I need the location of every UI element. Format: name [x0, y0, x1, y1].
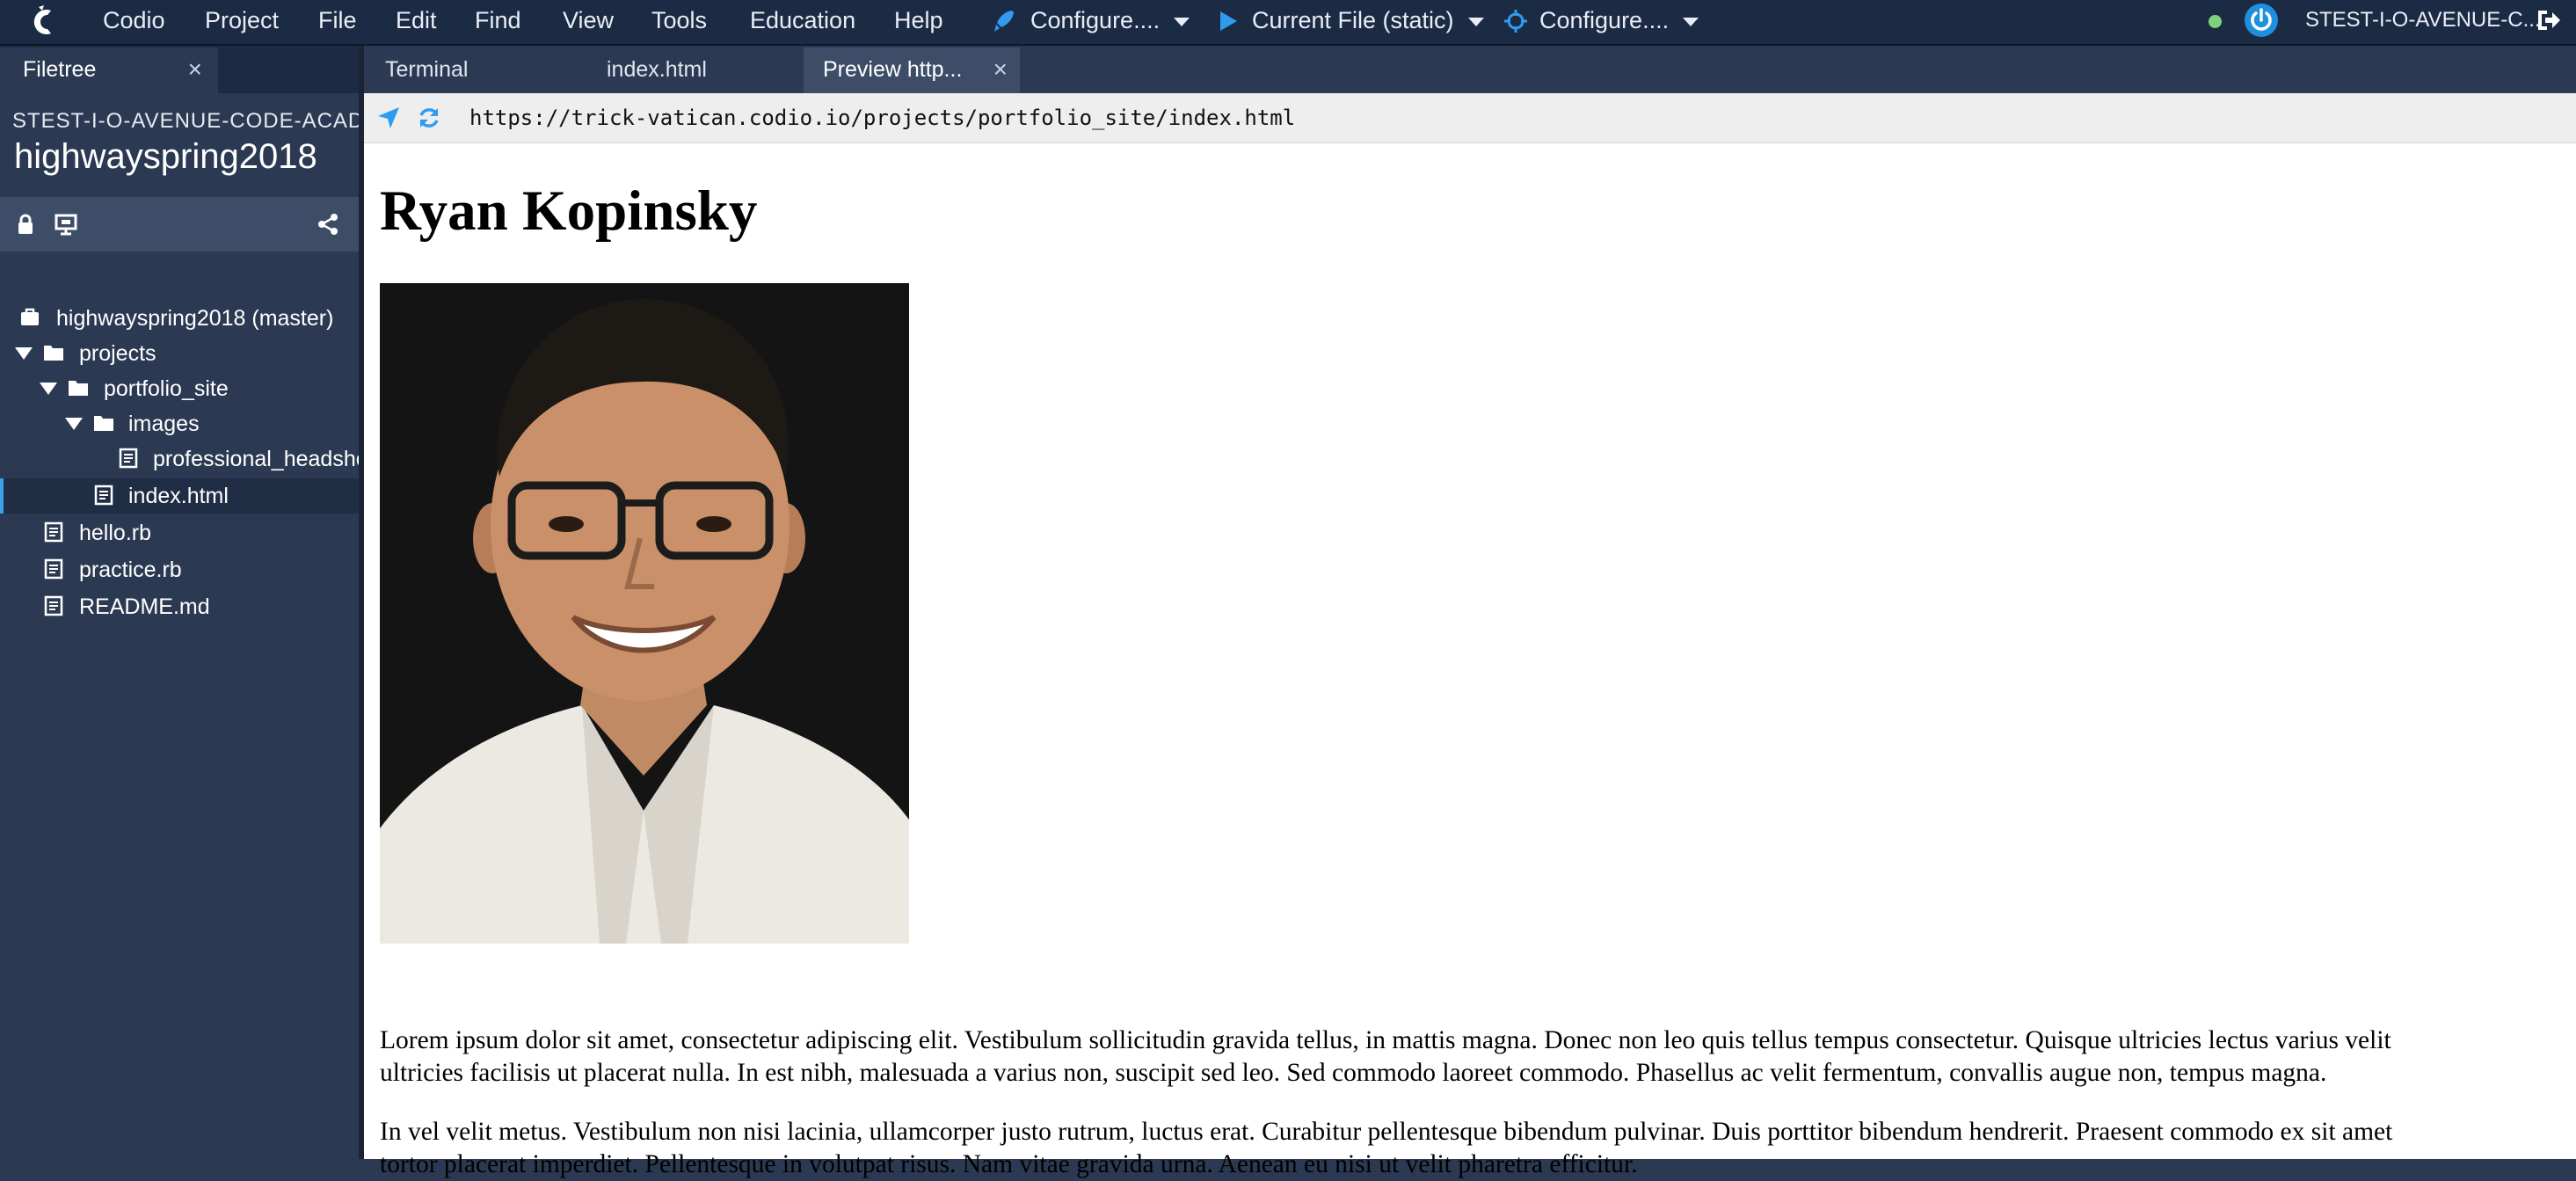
paragraph-1-line-1: Lorem ipsum dolor sit amet, consectetur …	[380, 1026, 2391, 1054]
navigate-arrow-icon[interactable]	[376, 106, 401, 130]
user-account-menu[interactable]: STEST-I-O-AVENUE-C...	[2305, 0, 2541, 40]
folder-icon	[69, 381, 88, 396]
portrait-illustration	[380, 283, 909, 944]
logout-icon[interactable]	[2535, 7, 2561, 33]
url-field[interactable]: https://trick-vatican.codio.io/projects/…	[469, 93, 1295, 142]
file-icon	[119, 448, 138, 469]
tree-item-projects[interactable]: projects	[0, 336, 359, 371]
menu-view[interactable]: View	[563, 0, 614, 40]
preview-address-bar: https://trick-vatican.codio.io/projects/…	[364, 93, 2576, 143]
tree-item-label: images	[128, 412, 200, 436]
menu-find[interactable]: Find	[475, 0, 521, 40]
chevron-down-icon	[1174, 17, 1190, 26]
chevron-down-icon	[1683, 17, 1699, 26]
presentation-icon[interactable]	[55, 213, 77, 236]
tree-item-label: hello.rb	[79, 521, 151, 545]
menu-file[interactable]: File	[318, 0, 357, 40]
paragraph-1-line-2: ultricies facilisis ut placerat nulla. I…	[380, 1059, 2327, 1087]
tree-item-label: index.html	[128, 484, 229, 508]
power-button[interactable]	[2245, 4, 2278, 37]
editor-tabbar: Terminal index.html Preview http... ×	[364, 46, 2576, 93]
tree-item-label: README.md	[79, 594, 210, 619]
tree-item-headshot[interactable]: professional_headshot	[0, 441, 359, 477]
share-icon[interactable]	[317, 213, 339, 236]
close-icon[interactable]: ×	[993, 47, 1008, 91]
caret-down-icon[interactable]	[40, 383, 57, 395]
tree-item-label: portfolio_site	[104, 376, 229, 401]
run-target-label: Current File (static)	[1252, 7, 1454, 33]
refresh-icon[interactable]	[417, 106, 441, 130]
project-owner: STEST-I-O-AVENUE-CODE-ACADEM	[12, 109, 359, 133]
tab-filetree[interactable]: Filetree ×	[0, 47, 218, 93]
configure-deploy-dropdown[interactable]: Configure....	[1030, 0, 1190, 40]
menu-help[interactable]: Help	[894, 0, 943, 40]
headshot-photo	[380, 283, 909, 944]
tab-terminal-label: Terminal	[385, 57, 469, 82]
sidebar-toolbar	[0, 197, 359, 252]
menu-edit[interactable]: Edit	[396, 0, 437, 40]
tree-item-label: professional_headshot	[153, 447, 359, 471]
tree-item-root[interactable]: highwayspring2018 (master)	[0, 301, 359, 336]
sidebar-tabbar: Filetree ×	[0, 46, 359, 93]
tree-item-portfolio-site[interactable]: portfolio_site	[0, 371, 359, 406]
file-icon	[44, 521, 63, 543]
tree-item-images[interactable]: images	[0, 406, 359, 441]
page-heading: Ryan Kopinsky	[380, 179, 758, 243]
folder-icon	[44, 346, 63, 361]
menu-tools[interactable]: Tools	[651, 0, 707, 40]
tree-item-readme[interactable]: README.md	[0, 589, 359, 624]
menubar: Codio Project File Edit Find View Tools …	[0, 0, 2576, 46]
tree-item-label: highwayspring2018 (master)	[56, 306, 334, 331]
tree-item-hello-rb[interactable]: hello.rb	[0, 515, 359, 550]
configure-deploy-label: Configure....	[1030, 7, 1161, 33]
menu-codio[interactable]: Codio	[103, 0, 165, 40]
menu-education[interactable]: Education	[750, 0, 855, 40]
play-icon	[1220, 11, 1237, 31]
tab-index-html-label: index.html	[607, 57, 707, 82]
power-icon	[2251, 8, 2272, 31]
close-icon[interactable]: ×	[188, 47, 202, 91]
main-panel: Terminal index.html Preview http... × ht…	[364, 46, 2576, 1178]
status-indicator	[2209, 15, 2222, 28]
briefcase-icon	[21, 308, 39, 325]
tab-preview[interactable]: Preview http... ×	[804, 47, 1020, 93]
tab-filetree-label: Filetree	[23, 57, 97, 82]
file-icon	[44, 595, 63, 616]
preview-content: Ryan Kopinsky Lorem ipsum dolor sit amet…	[364, 143, 2576, 1178]
project-name: highwayspring2018	[14, 137, 317, 176]
caret-down-icon[interactable]	[15, 347, 33, 360]
configure-preview-label: Configure....	[1539, 7, 1670, 33]
tree-item-label: projects	[79, 341, 156, 366]
paragraph-2-line-2: tortor placerat imperdiet. Pellentesque …	[380, 1150, 1638, 1178]
tab-preview-label: Preview http...	[823, 57, 963, 82]
tree-item-index-html[interactable]: index.html	[0, 478, 359, 514]
tab-index-html[interactable]: index.html	[584, 47, 802, 93]
run-target-dropdown[interactable]: Current File (static)	[1252, 0, 1484, 40]
paragraph-2-line-1: In vel velit metus. Vestibulum non nisi …	[380, 1118, 2393, 1146]
menu-project[interactable]: Project	[205, 0, 279, 40]
tree-item-practice-rb[interactable]: practice.rb	[0, 552, 359, 587]
configure-preview-dropdown[interactable]: Configure....	[1539, 0, 1699, 40]
rocket-icon	[994, 11, 1014, 32]
caret-down-icon[interactable]	[65, 418, 83, 430]
chevron-down-icon	[1467, 17, 1484, 26]
file-icon	[94, 485, 113, 506]
codio-logo-icon[interactable]	[26, 5, 62, 39]
tree-item-label: practice.rb	[79, 558, 182, 582]
sidebar: Filetree × STEST-I-O-AVENUE-CODE-ACADEM …	[0, 46, 359, 1159]
lock-icon[interactable]	[14, 213, 37, 236]
file-icon	[44, 558, 63, 580]
crosshair-icon	[1504, 10, 1527, 33]
tab-terminal[interactable]: Terminal	[364, 47, 582, 93]
folder-icon	[94, 416, 113, 431]
